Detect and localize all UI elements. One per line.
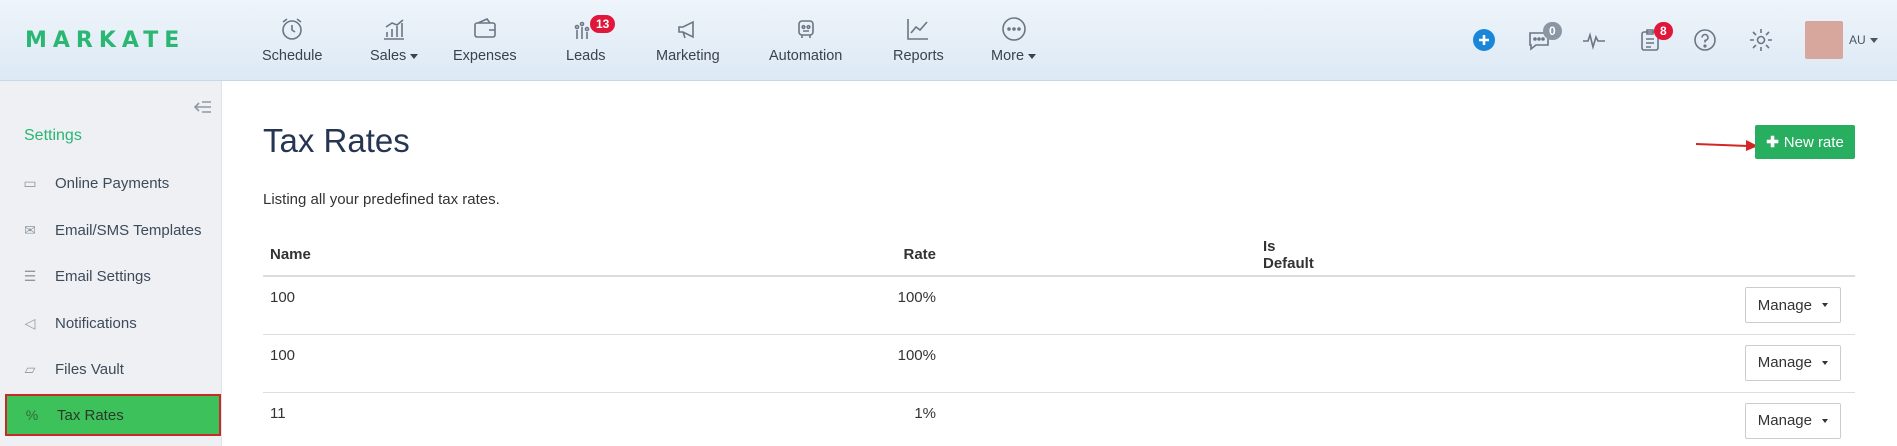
- sidebar-item-online-payments[interactable]: ▭ Online Payments: [5, 163, 221, 203]
- sidebar-item-email-sms-templates[interactable]: ✉ Email/SMS Templates: [5, 210, 221, 250]
- sidebar-item-label: Tax Rates: [57, 406, 124, 424]
- nav-label: Sales: [370, 48, 407, 64]
- nav-more[interactable]: More: [991, 14, 1037, 64]
- column-header-is-default: Is Default: [943, 234, 1321, 277]
- nav-label: Leads: [566, 48, 606, 64]
- new-rate-button[interactable]: ✚ New rate: [1755, 125, 1855, 159]
- page-title: Tax Rates: [263, 122, 410, 159]
- plus-icon: ✚: [1766, 134, 1779, 151]
- cell-name: 11: [263, 392, 683, 446]
- credit-card-icon: ▭: [23, 174, 37, 191]
- tasks-badge: 8: [1654, 22, 1673, 40]
- table-row: 100 100% Manage: [263, 334, 1855, 393]
- add-plus-icon[interactable]: [1470, 26, 1498, 54]
- table-row: 11 1% Manage: [263, 392, 1855, 446]
- nav-automation[interactable]: Automation: [769, 14, 842, 64]
- percent-icon: %: [25, 407, 39, 423]
- chevron-down-icon: [1028, 53, 1037, 59]
- chevron-down-icon: [1822, 360, 1828, 365]
- gear-icon[interactable]: [1747, 26, 1775, 54]
- chevron-down-icon: [1822, 418, 1828, 423]
- chevron-down-icon: [1822, 303, 1828, 307]
- annotation-arrow: [1695, 140, 1758, 151]
- cell-name: 100: [263, 334, 683, 393]
- sidebar-item-label: Email/SMS Templates: [55, 221, 202, 239]
- cell-is-default: [943, 276, 1321, 335]
- nav-label: More: [991, 48, 1025, 64]
- more-dots-icon: [999, 14, 1029, 44]
- nav-expenses[interactable]: Expenses: [453, 14, 517, 64]
- sliders-icon: ☰: [23, 267, 37, 284]
- cell-rate: 1%: [683, 392, 943, 446]
- chevron-down-icon: [410, 53, 419, 59]
- cell-name: 100: [263, 276, 683, 335]
- page-subtitle: Listing all your predefined tax rates.: [263, 191, 500, 208]
- cell-rate: 100%: [683, 276, 943, 335]
- cell-actions: Manage: [1320, 334, 1855, 393]
- bar-chart-coins-icon: [379, 14, 409, 44]
- chat-badge: 0: [1543, 22, 1562, 40]
- sidebar-title: Settings: [24, 127, 82, 144]
- cell-rate: 100%: [683, 334, 943, 393]
- nav-label: Schedule: [262, 48, 323, 64]
- cell-actions: Manage: [1320, 276, 1855, 335]
- manage-dropdown-button[interactable]: Manage: [1744, 344, 1841, 381]
- sidebar-item-files-vault[interactable]: ▱ Files Vault: [5, 349, 221, 389]
- tax-rates-table: Name Rate Is Default 100 100% Manage 100…: [263, 234, 1855, 446]
- column-header-actions: [1320, 234, 1855, 277]
- nav-label: Automation: [769, 48, 843, 64]
- sidebar-item-notifications[interactable]: ◁ Notifications: [5, 303, 221, 343]
- leads-badge: 13: [590, 15, 616, 33]
- manage-dropdown-button[interactable]: Manage: [1744, 287, 1841, 323]
- user-avatar[interactable]: [1805, 21, 1843, 59]
- bullhorn-icon: ◁: [24, 314, 36, 331]
- table-header-row: Name Rate Is Default: [263, 234, 1855, 277]
- collapse-sidebar-icon[interactable]: [193, 99, 213, 115]
- sidebar-item-label: Notifications: [55, 314, 137, 332]
- chevron-down-icon: [1869, 38, 1878, 44]
- folder-icon: ▱: [24, 360, 36, 377]
- sidebar-item-email-settings[interactable]: ☰ Email Settings: [5, 256, 221, 296]
- line-chart-icon: [903, 14, 933, 44]
- megaphone-icon: [673, 14, 703, 44]
- nav-label: Expenses: [453, 48, 517, 64]
- cell-is-default: [943, 334, 1321, 393]
- sidebar-item-label: Online Payments: [55, 174, 170, 192]
- sidebar-item-tax-rates[interactable]: % Tax Rates: [5, 394, 221, 436]
- brand-logo[interactable]: MARKATE: [25, 28, 185, 53]
- nav-label: Marketing: [656, 48, 720, 64]
- user-menu[interactable]: AU: [1849, 33, 1878, 47]
- nav-sales[interactable]: Sales: [370, 14, 419, 64]
- cell-is-default: [943, 392, 1321, 446]
- column-header-name: Name: [263, 234, 683, 277]
- nav-leads[interactable]: Leads 13: [566, 14, 616, 64]
- activity-pulse-icon[interactable]: [1580, 26, 1608, 54]
- sidebar-item-label: Email Settings: [55, 267, 151, 285]
- cell-actions: Manage: [1320, 392, 1855, 446]
- envelope-icon: ✉: [24, 221, 36, 238]
- top-navbar: MARKATE Schedule Sales Expenses Leads 13…: [0, 0, 1897, 81]
- wallet-icon: [470, 14, 500, 44]
- manage-dropdown-button[interactable]: Manage: [1744, 402, 1841, 439]
- robot-icon: [791, 14, 821, 44]
- column-header-rate: Rate: [683, 234, 943, 277]
- help-icon[interactable]: [1691, 26, 1719, 54]
- nav-label: Reports: [893, 48, 944, 64]
- alarm-clock-icon: [277, 14, 307, 44]
- nav-schedule[interactable]: Schedule: [262, 14, 322, 64]
- nav-marketing[interactable]: Marketing: [656, 14, 720, 64]
- table-row: 100 100% Manage: [263, 276, 1855, 335]
- nav-reports[interactable]: Reports: [893, 14, 944, 64]
- sidebar-item-label: Files Vault: [55, 360, 124, 378]
